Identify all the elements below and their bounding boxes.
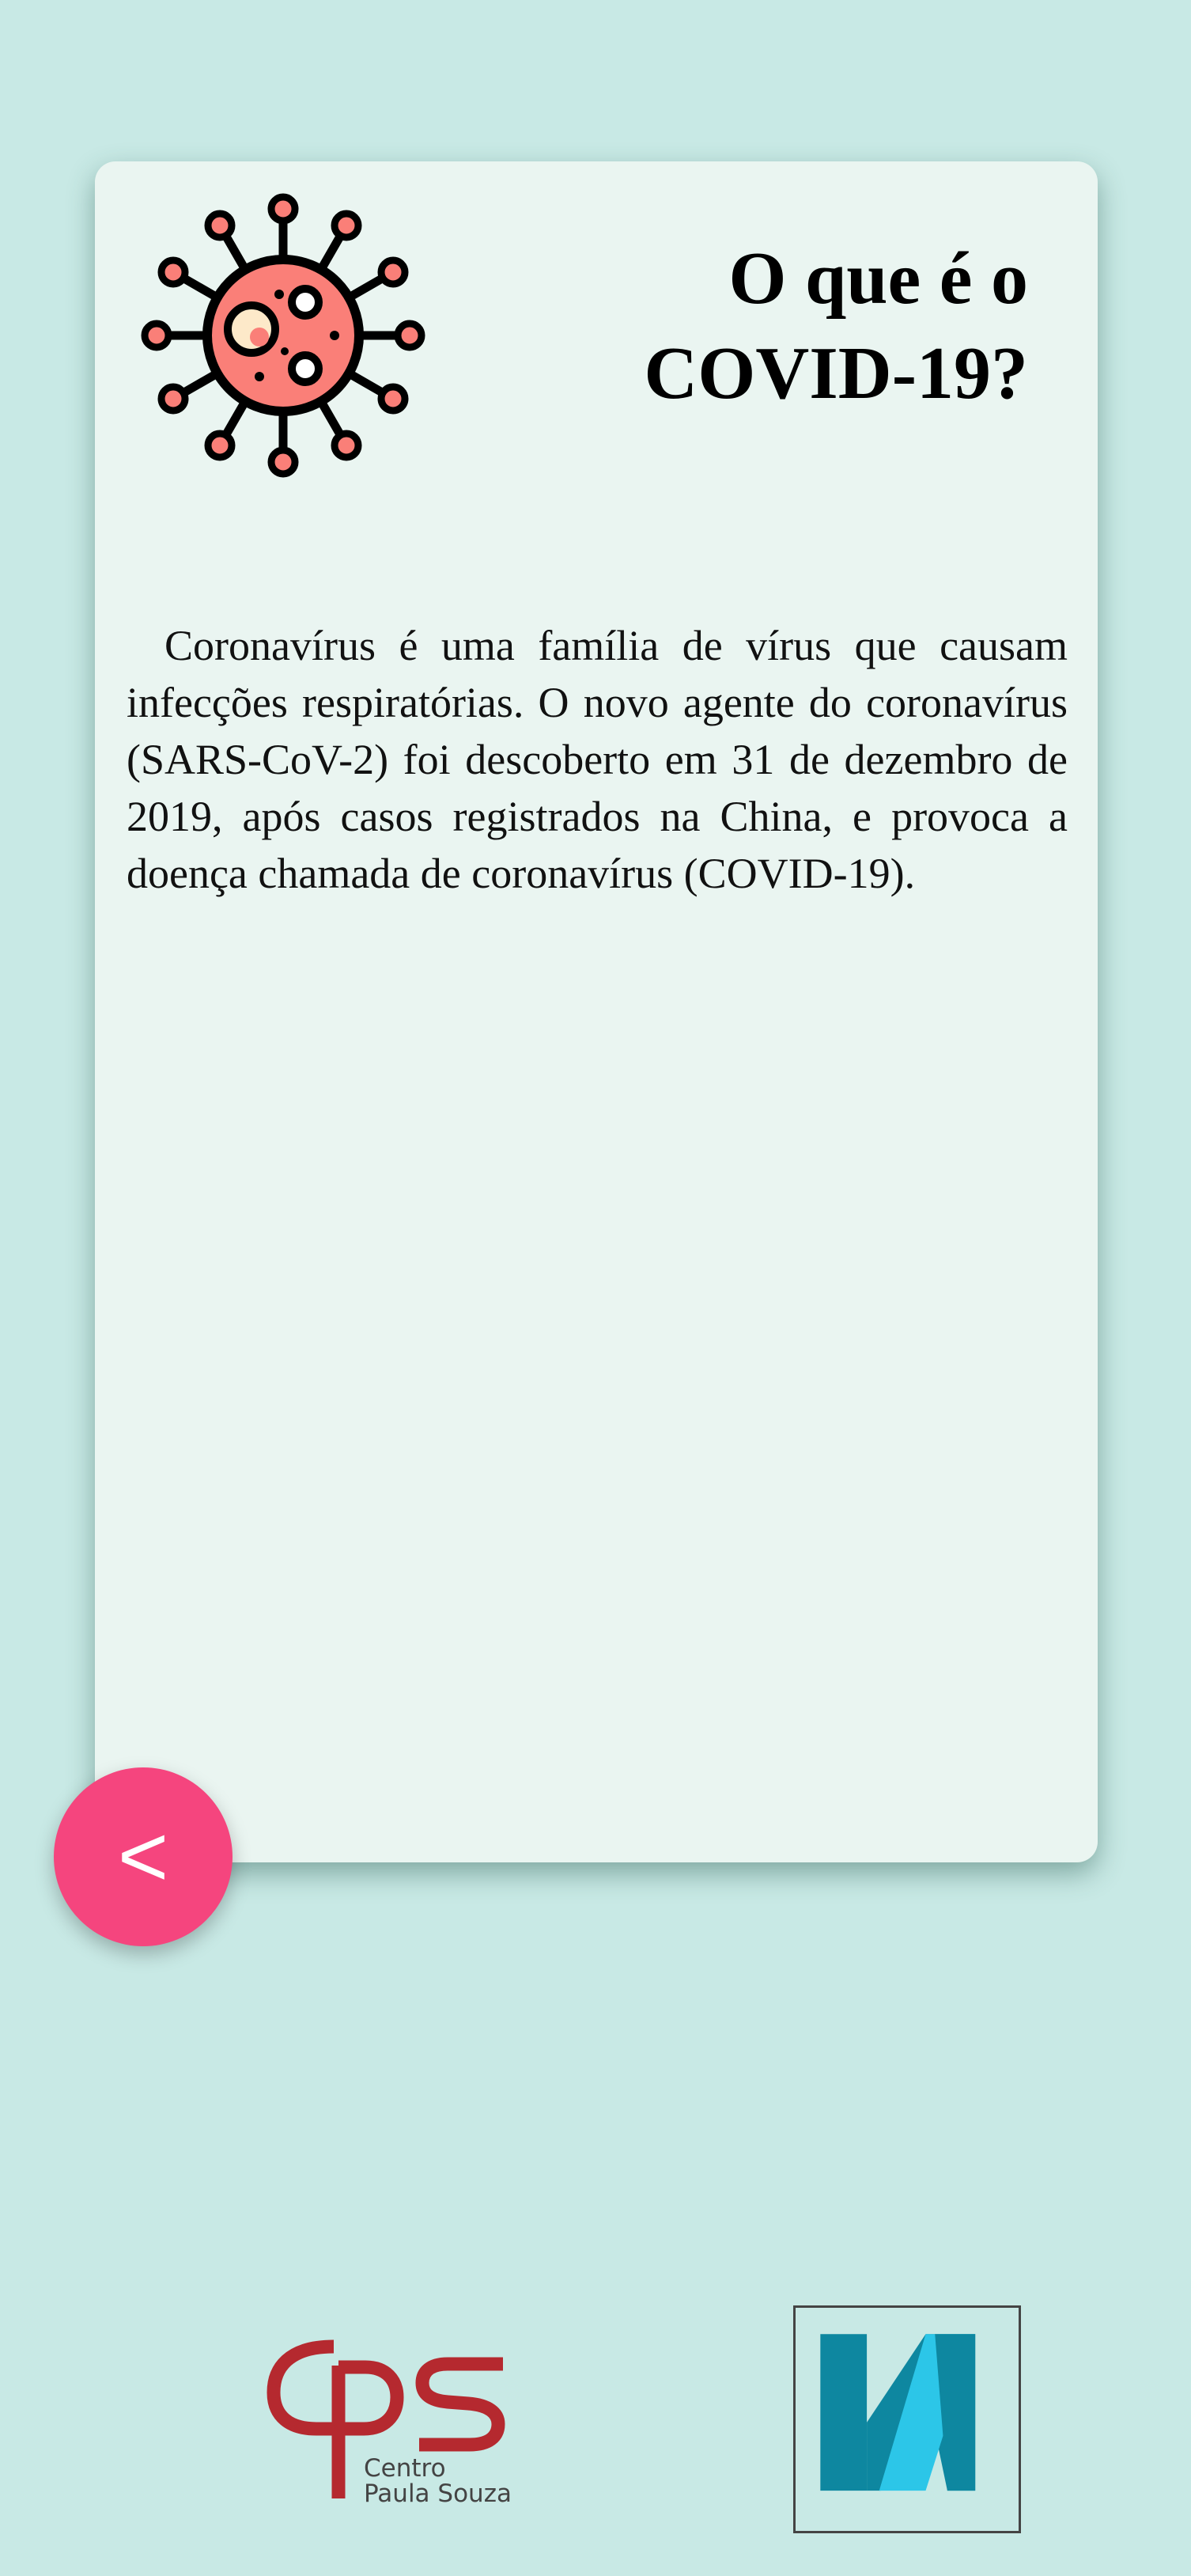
virus-icon bbox=[141, 193, 425, 478]
page-title: O que é o COVID-19? bbox=[644, 237, 1028, 415]
k-logo bbox=[793, 2305, 1021, 2533]
cps-logo: Centro Paula Souza bbox=[267, 2339, 512, 2508]
cps-logo-line1: Centro bbox=[364, 2454, 446, 2483]
k-logo-icon bbox=[820, 2334, 976, 2491]
info-card: O que é o COVID-19? Coronavírus é uma fa… bbox=[95, 161, 1098, 1862]
cps-logo-line2: Paula Souza bbox=[364, 2479, 512, 2508]
back-button[interactable]: < bbox=[54, 1767, 233, 1946]
description-text: Coronavírus é uma família de vírus que c… bbox=[127, 622, 1068, 897]
